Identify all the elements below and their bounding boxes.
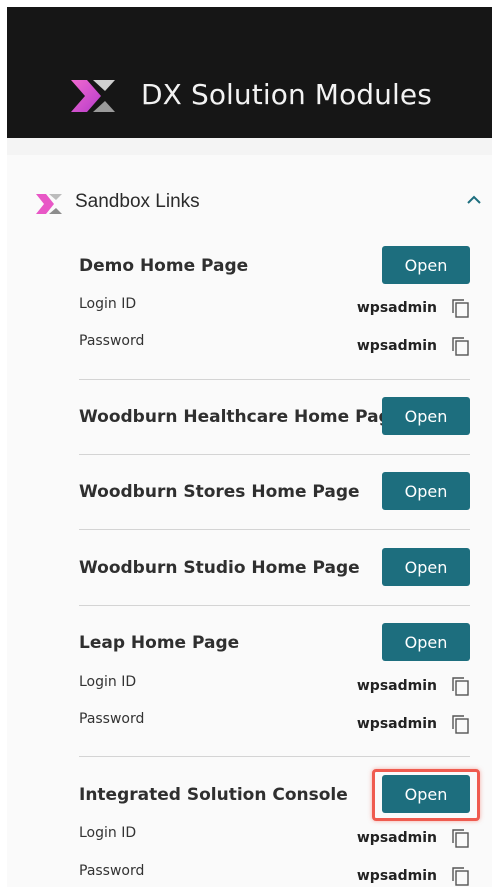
copy-icon[interactable] (451, 676, 470, 697)
copy-icon[interactable] (451, 828, 470, 849)
password-value: wpsadmin (356, 716, 437, 732)
chevron-up-icon[interactable] (465, 193, 483, 207)
app-title: DX Solution Modules (141, 78, 432, 111)
section-title: Sandbox Links (75, 191, 200, 212)
login-id-value: wpsadmin (356, 300, 437, 316)
login-id-label: Login ID (79, 296, 137, 312)
login-id-label: Login ID (79, 825, 137, 841)
divider (79, 605, 470, 606)
copy-icon[interactable] (451, 336, 470, 357)
item-title: Demo Home Page (79, 256, 249, 276)
x-logo-icon (36, 194, 62, 214)
divider (79, 454, 470, 455)
password-value: wpsadmin (356, 868, 437, 884)
password-label: Password (79, 333, 145, 349)
open-button-woodburn-studio[interactable]: Open (382, 548, 470, 586)
open-button-integrated-solution-console[interactable]: Open (382, 775, 470, 813)
item-title: Leap Home Page (79, 633, 240, 653)
login-id-value: wpsadmin (356, 830, 437, 846)
copy-icon[interactable] (451, 866, 470, 887)
password-value: wpsadmin (356, 338, 437, 354)
item-title: Woodburn Studio Home Page (79, 558, 360, 578)
divider (79, 756, 470, 757)
login-id-value: wpsadmin (356, 678, 437, 694)
copy-icon[interactable] (451, 298, 470, 319)
open-button-leap-home[interactable]: Open (382, 623, 470, 661)
divider (79, 529, 470, 530)
login-id-label: Login ID (79, 674, 137, 690)
item-title: Woodburn Stores Home Page (79, 482, 360, 502)
sandbox-links-header[interactable]: Sandbox Links (7, 155, 492, 235)
app-header: DX Solution Modules (7, 7, 492, 138)
password-label: Password (79, 711, 145, 727)
copy-icon[interactable] (451, 714, 470, 735)
item-title: Integrated Solution Console (79, 785, 348, 805)
x-logo-icon (71, 80, 115, 112)
open-button-woodburn-healthcare[interactable]: Open (382, 397, 470, 435)
item-title: Woodburn Healthcare Home Page (79, 407, 403, 427)
open-button-demo-home[interactable]: Open (382, 246, 470, 284)
divider (79, 379, 470, 380)
open-button-woodburn-stores[interactable]: Open (382, 472, 470, 510)
password-label: Password (79, 863, 145, 879)
